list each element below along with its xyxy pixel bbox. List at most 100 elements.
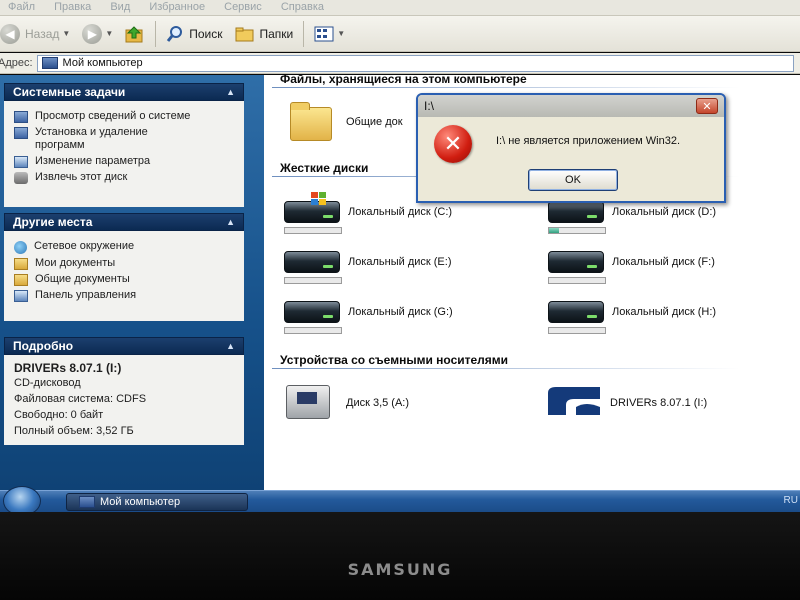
- address-bar: Адрес: Мой компьютер: [0, 53, 800, 74]
- drive-g[interactable]: Локальный диск (G:): [284, 301, 453, 323]
- drive-capacity-bar: [548, 227, 606, 234]
- back-button[interactable]: ◀ Назад ▼: [0, 19, 76, 49]
- floppy-drive-a[interactable]: Диск 3,5 (A:): [286, 385, 409, 419]
- folders-button[interactable]: Папки: [229, 19, 300, 49]
- folder-icon: [14, 258, 28, 270]
- back-label: Назад: [25, 26, 60, 41]
- task-label: Просмотр сведений о системе: [35, 110, 191, 122]
- floppy-drive-icon: [286, 385, 330, 419]
- add-remove-programs-icon: [14, 127, 28, 139]
- drive-e[interactable]: Локальный диск (E:): [284, 251, 452, 273]
- task-label: Извлечь этот диск: [35, 171, 128, 183]
- drive-label: Локальный диск (G:): [348, 306, 453, 318]
- toolbar-separator: [303, 20, 305, 47]
- task-pane: Системные задачи ▲ Просмотр сведений о с…: [0, 75, 264, 491]
- collapse-chevron-icon[interactable]: ▲: [226, 341, 235, 351]
- drive-h[interactable]: Локальный диск (H:): [548, 301, 716, 323]
- item-label: Общие док: [346, 116, 403, 128]
- system-info-icon: [14, 111, 28, 123]
- system-tasks-header[interactable]: Системные задачи ▲: [4, 83, 244, 101]
- toolbar: ◀ Назад ▼ ▶ ▼ Поиск Папки ▼: [0, 16, 800, 52]
- details-header[interactable]: Подробно ▲: [4, 337, 244, 355]
- language-indicator[interactable]: RU: [784, 495, 798, 506]
- folders-icon: [235, 27, 253, 41]
- drive-capacity-bar: [284, 277, 342, 284]
- address-value: Мой компьютер: [62, 57, 143, 69]
- collapse-chevron-icon[interactable]: ▲: [226, 217, 235, 227]
- windows-logo-icon: [311, 192, 326, 205]
- collapse-chevron-icon[interactable]: ▲: [226, 87, 235, 97]
- drive-label: Локальный диск (F:): [612, 256, 715, 268]
- folder-icon: [290, 102, 332, 141]
- hard-drive-icon: [548, 301, 604, 323]
- system-tasks-title: Системные задачи: [13, 85, 126, 99]
- other-places-header[interactable]: Другие места ▲: [4, 213, 244, 231]
- chevron-down-icon: ▼: [337, 29, 346, 38]
- hard-drive-icon: [284, 251, 340, 273]
- dialog-title: I:\: [424, 99, 435, 113]
- back-arrow-icon: ◀: [0, 23, 20, 44]
- drive-c[interactable]: Локальный диск (C:): [284, 192, 452, 223]
- forward-button[interactable]: ▶ ▼: [76, 19, 119, 49]
- drive-capacity-bar: [284, 327, 342, 334]
- control-panel-icon: [14, 290, 28, 302]
- place-label: Общие документы: [35, 273, 130, 285]
- my-computer-icon: [41, 57, 58, 69]
- cd-drive-icon: [548, 387, 600, 415]
- drive-label: Локальный диск (D:): [612, 206, 717, 218]
- taskbar-window-button[interactable]: Мой компьютер: [66, 493, 248, 511]
- details-filesystem: Файловая система: CDFS: [14, 393, 147, 405]
- search-label: Поиск: [189, 26, 223, 41]
- views-button[interactable]: ▼: [308, 19, 351, 49]
- control-panel-icon: [14, 156, 28, 168]
- place-control-panel[interactable]: Панель управления: [14, 289, 236, 302]
- drive-capacity-bar: [284, 227, 342, 234]
- task-add-remove-programs[interactable]: Установка и удаление программ: [14, 126, 236, 152]
- chevron-down-icon: ▼: [62, 29, 71, 38]
- place-shared-documents[interactable]: Общие документы: [14, 273, 236, 286]
- hard-drive-icon: [548, 251, 604, 273]
- menu-favorites[interactable]: Избранное: [141, 0, 213, 13]
- address-field[interactable]: Мой компьютер: [36, 54, 794, 72]
- folder-icon: [14, 274, 28, 286]
- menu-edit[interactable]: Правка: [46, 0, 99, 13]
- up-folder-icon: [125, 25, 143, 42]
- views-grid-icon: [314, 26, 334, 41]
- up-folder-button[interactable]: [119, 19, 151, 49]
- menu-tools[interactable]: Сервис: [216, 0, 270, 13]
- place-network[interactable]: Сетевое окружение: [14, 240, 236, 254]
- drive-capacity-bar: [548, 277, 606, 284]
- cd-drive-i[interactable]: DRIVERs 8.07.1 (I:): [546, 385, 707, 419]
- error-icon: ✕: [434, 125, 472, 163]
- place-label: Панель управления: [35, 289, 137, 301]
- network-icon: [14, 241, 27, 254]
- task-eject-disk[interactable]: Извлечь этот диск: [14, 171, 236, 184]
- task-change-setting[interactable]: Изменение параметра: [14, 155, 236, 168]
- section-divider: [272, 87, 740, 88]
- details-free: Свободно: 0 байт: [14, 409, 104, 421]
- shared-documents-item[interactable]: Общие док: [290, 102, 403, 141]
- hard-drive-icon: [284, 192, 340, 223]
- my-computer-icon: [79, 496, 95, 508]
- dialog-title-bar[interactable]: I:\ ✕: [418, 95, 724, 117]
- dialog-body: ✕ I:\ не является приложением Win32. OK: [418, 117, 724, 203]
- place-my-documents[interactable]: Мои документы: [14, 257, 236, 270]
- ok-button[interactable]: OK: [528, 169, 618, 191]
- place-label: Сетевое окружение: [34, 240, 135, 252]
- menu-file[interactable]: Файл: [0, 0, 43, 13]
- task-view-system-info[interactable]: Просмотр сведений о системе: [14, 110, 236, 123]
- menu-help[interactable]: Справка: [273, 0, 332, 13]
- other-places-panel: Другие места ▲ Сетевое окружение Мои док…: [4, 213, 244, 321]
- drive-label: Локальный диск (H:): [612, 306, 717, 318]
- monitor-bezel: SAMSUNG: [0, 512, 800, 600]
- taskbar-window-label: Мой компьютер: [100, 496, 181, 508]
- drive-f[interactable]: Локальный диск (F:): [548, 251, 715, 273]
- folders-label: Папки: [259, 26, 294, 41]
- drive-d[interactable]: Локальный диск (D:): [548, 201, 716, 223]
- menu-view[interactable]: Вид: [102, 0, 138, 13]
- close-button[interactable]: ✕: [696, 98, 718, 114]
- hard-drive-icon: [548, 201, 604, 223]
- removable-heading: Устройства со съемными носителями: [280, 353, 509, 367]
- search-button[interactable]: Поиск: [160, 19, 228, 49]
- details-panel: Подробно ▲ DRIVERs 8.07.1 (I:) CD-дисков…: [4, 337, 244, 445]
